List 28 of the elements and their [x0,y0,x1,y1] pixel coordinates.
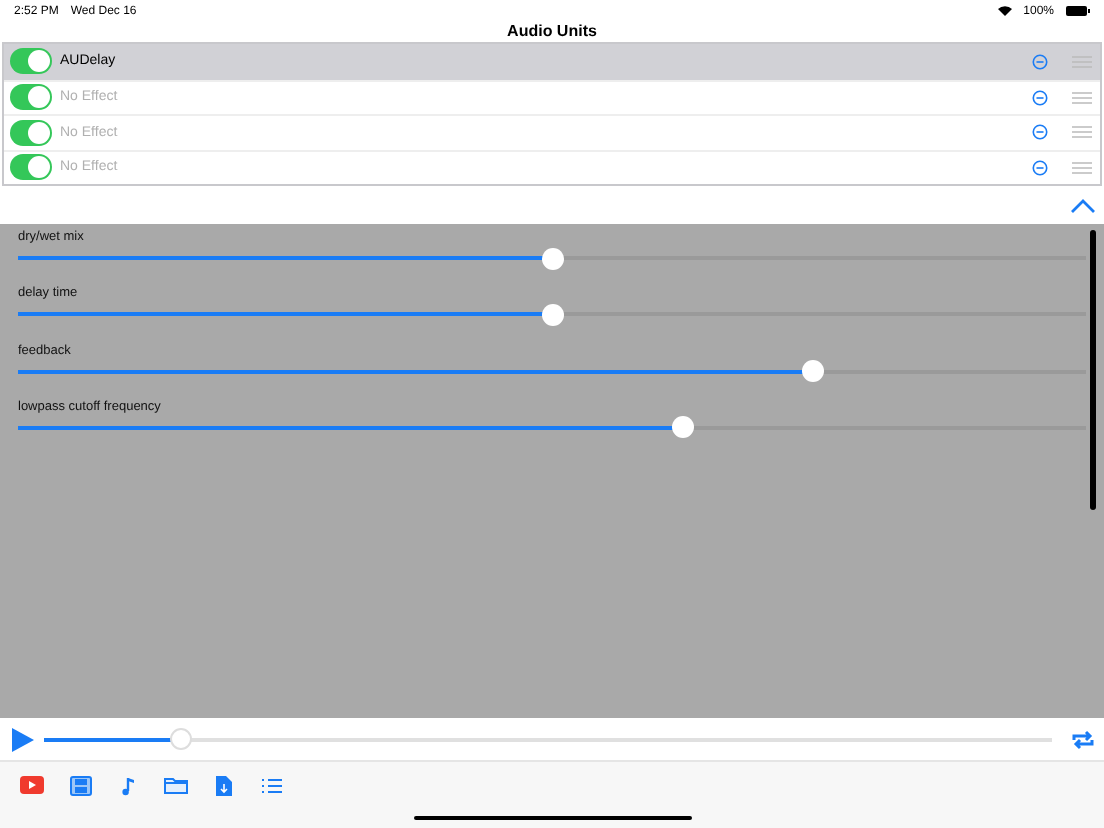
repeat-icon[interactable] [1070,727,1096,751]
remove-icon[interactable] [1032,89,1048,106]
play-icon[interactable] [10,727,34,751]
slider-thumb[interactable] [672,416,695,439]
music-note-button[interactable] [116,774,140,796]
toggle-switch[interactable] [10,119,52,146]
drag-handle-icon[interactable] [1072,91,1092,104]
remove-icon[interactable] [1032,53,1048,70]
video-button[interactable] [20,774,44,796]
list-button[interactable] [260,774,284,796]
toggle-switch[interactable] [10,154,52,181]
document-button[interactable] [212,774,236,796]
remove-icon[interactable] [1032,124,1048,141]
wifi-icon [997,6,1012,16]
slider-thumb[interactable] [541,247,563,269]
toggle-switch[interactable] [10,84,52,111]
screen-title: Audio Units [505,22,599,42]
toggle-switch[interactable] [10,48,52,75]
slider-thumb[interactable] [541,303,563,326]
drag-handle-icon[interactable] [1072,126,1092,139]
drag-handle-icon[interactable] [1072,161,1092,174]
slider-thumb[interactable] [802,360,825,383]
film-button[interactable] [68,774,92,796]
battery-icon [1066,6,1090,16]
playback-thumb[interactable] [169,728,192,750]
remove-icon[interactable] [1032,159,1048,176]
chevron-up-icon[interactable] [1070,197,1096,213]
folder-button[interactable] [164,774,188,796]
